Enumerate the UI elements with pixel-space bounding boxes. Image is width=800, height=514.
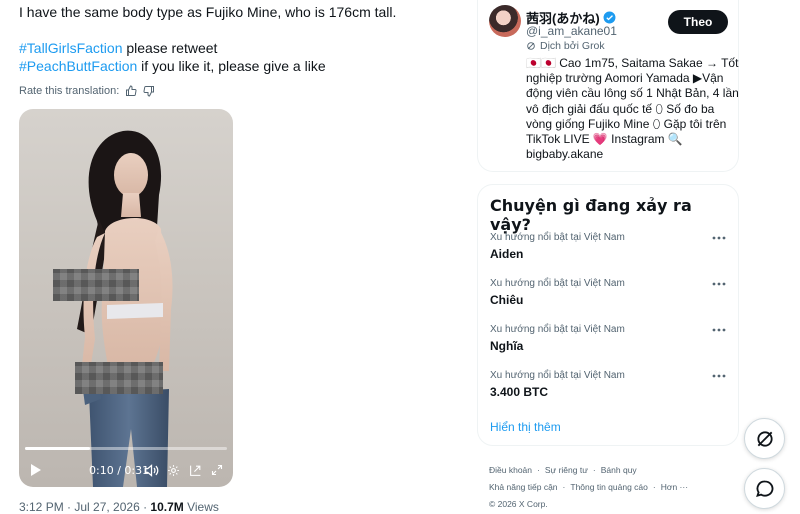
bio-line: 🇯🇵🇯🇵 Cao 1m75, Saitama Sakae → Tốt <box>526 56 739 70</box>
footer-link-more[interactable]: Hơn ··· <box>661 482 688 492</box>
footer-copyright: © 2026 X Corp. <box>489 499 548 509</box>
play-icon[interactable] <box>28 461 42 479</box>
volume-icon[interactable] <box>143 461 159 479</box>
bio-line: vô địch giải đấu quốc tế ⬯ Số đo ba <box>526 101 715 116</box>
trend-name: Nghĩa <box>490 339 524 353</box>
bio-line: bigbaby.akane <box>526 147 604 162</box>
trend-name: Chiêu <box>490 293 524 307</box>
tweet-text-fragment: if you like it, please give a like <box>137 58 326 74</box>
grok-fab-icon <box>756 430 773 447</box>
follow-button[interactable]: Theo <box>668 10 728 34</box>
rate-translation-row: Rate this translation: <box>19 84 155 98</box>
thumbs-up-icon[interactable] <box>125 85 137 97</box>
tweet-text: I have the same body type as Fujiko Mine… <box>19 3 439 75</box>
grok-translation: Dịch bởi Grok <box>526 40 605 52</box>
miniplayer-icon[interactable] <box>187 461 203 479</box>
verified-badge-icon <box>603 11 616 24</box>
video-time: 0:10 / 0:31 <box>89 464 150 477</box>
trends-title: Chuyện gì đang xảy ra vậy? <box>490 196 692 234</box>
bio-line: TikTok LIVE 💗 Instagram 🔍 <box>526 132 683 147</box>
footer-link-accessibility[interactable]: Khả năng tiếp cận <box>489 482 558 492</box>
show-more-link[interactable]: Hiển thị thêm <box>490 420 561 434</box>
post: I have the same body type as Fujiko Mine… <box>0 0 453 514</box>
trend-context: Xu hướng nổi bật tại Việt Nam <box>490 324 625 335</box>
grok-label: Dịch bởi Grok <box>540 40 605 52</box>
settings-icon[interactable] <box>165 461 181 479</box>
rate-translation-label: Rate this translation: <box>19 85 120 97</box>
trend-name: 3.400 BTC <box>490 385 549 399</box>
more-icon[interactable] <box>711 371 727 381</box>
video-progress-bar[interactable] <box>25 447 227 450</box>
tweet-text-fragment: please retweet <box>122 40 218 56</box>
tweet-line-1: I have the same body type as Fujiko Mine… <box>19 4 397 20</box>
footer-row: Điều khoản · Sự riêng tư · Bánh quy <box>489 465 637 475</box>
more-icon[interactable] <box>711 325 727 335</box>
tweet-line-2: #TallGirlsFaction please retweet <box>19 39 439 57</box>
more-icon[interactable] <box>711 233 727 243</box>
thumbs-down-icon[interactable] <box>143 85 155 97</box>
post-meta: 3:12 PM · Jul 27, 2026 · 10.7M Views <box>19 500 219 514</box>
avatar[interactable] <box>489 5 521 37</box>
footer-row: Khả năng tiếp cận · Thông tin quảng cáo · Hơ… <box>489 482 689 492</box>
hashtag-link[interactable]: #PeachButtFaction <box>19 58 137 74</box>
trend-item[interactable]: Xu hướng nổi bật tại Việt Nam Chiêu <box>478 278 738 322</box>
messages-icon <box>755 480 773 497</box>
bio-line: vòng giống Fujiko Mine ⬯ Gặp tôi trên <box>526 116 727 131</box>
trend-context: Xu hướng nổi bật tại Việt Nam <box>490 232 625 243</box>
fullscreen-icon[interactable] <box>209 461 225 479</box>
grok-fab-button[interactable] <box>744 418 785 459</box>
trends-panel: Chuyện gì đang xảy ra vậy? Xu hướng nổi … <box>477 184 739 446</box>
bio-line: nghiệp trường Aomori Yamada ▶Vận <box>526 71 724 86</box>
more-icon[interactable] <box>711 279 727 289</box>
messages-fab-button[interactable] <box>744 468 785 509</box>
views-label: Views <box>183 500 219 514</box>
footer-link-terms[interactable]: Điều khoản <box>489 465 532 475</box>
trend-item[interactable]: Xu hướng nổi bật tại Việt Nam 3.400 BTC <box>478 370 738 414</box>
footer-link-ads-info[interactable]: Thông tin quảng cáo <box>570 482 648 492</box>
trend-item[interactable]: Xu hướng nổi bật tại Việt Nam Aiden <box>478 232 738 276</box>
profile-handle[interactable]: @i_am_akane01 <box>526 24 617 38</box>
profile-bio: 🇯🇵🇯🇵 Cao 1m75, Saitama Sakae → Tốt nghiệ… <box>526 56 739 162</box>
censor-blur <box>53 269 139 301</box>
bio-line: động viên cầu lông số 1 Nhật Bản, 4 lần <box>526 86 739 101</box>
video-progress-fill <box>25 447 90 450</box>
views-count: 10.7M <box>150 500 184 514</box>
tweet-line-3: #PeachButtFaction if you like it, please… <box>19 57 439 75</box>
hashtag-link[interactable]: #TallGirlsFaction <box>19 40 122 56</box>
trend-context: Xu hướng nổi bật tại Việt Nam <box>490 370 625 381</box>
footer-link-cookies[interactable]: Bánh quy <box>601 465 637 475</box>
footer-link-privacy[interactable]: Sự riêng tư <box>545 465 588 475</box>
video-player[interactable]: 0:10 / 0:31 <box>19 109 233 487</box>
trend-context: Xu hướng nổi bật tại Việt Nam <box>490 278 625 289</box>
post-timestamp[interactable]: 3:12 PM · Jul 27, 2026 · <box>19 500 150 514</box>
footer: Điều khoản · Sự riêng tư · Bánh quy Khả năng… <box>489 462 729 513</box>
video-controls: 0:10 / 0:31 <box>19 461 233 479</box>
trend-item[interactable]: Xu hướng nổi bật tại Việt Nam Nghĩa <box>478 324 738 368</box>
trend-name: Aiden <box>490 247 524 261</box>
profile-card: 茜羽(あかね) @i_am_akane01 Theo Dịch bởi Grok… <box>477 0 739 172</box>
censor-blur <box>75 362 163 394</box>
grok-icon <box>527 42 535 50</box>
